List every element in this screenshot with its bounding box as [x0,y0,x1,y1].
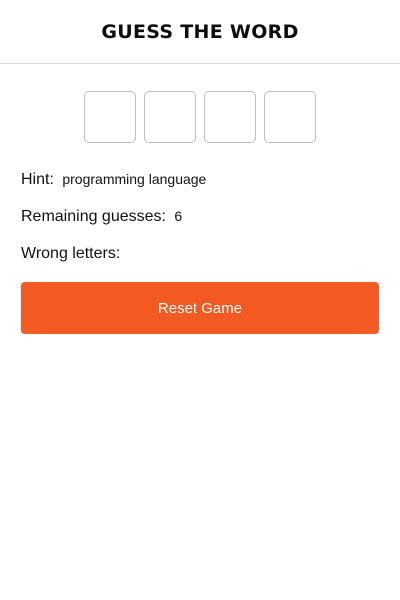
letter-slot-3 [204,91,256,143]
header: GUESS THE WORD [0,0,400,64]
remaining-guesses-row: Remaining guesses: 6 [21,206,379,227]
letter-slot-2 [144,91,196,143]
wrong-letters-row: Wrong letters: [21,243,379,264]
reset-game-button[interactable]: Reset Game [21,282,379,334]
game-area: Hint: programming language Remaining gue… [0,91,400,334]
remaining-guesses-value: 6 [174,208,183,224]
wrong-letters-label: Wrong letters: [21,245,121,262]
remaining-guesses-label: Remaining guesses: [21,208,166,225]
page-title: GUESS THE WORD [101,20,299,43]
hint-row: Hint: programming language [21,169,379,190]
hint-value: programming language [62,171,207,187]
letter-slot-4 [264,91,316,143]
word-slots [21,91,379,143]
hint-label: Hint: [21,171,54,188]
letter-slot-1 [84,91,136,143]
